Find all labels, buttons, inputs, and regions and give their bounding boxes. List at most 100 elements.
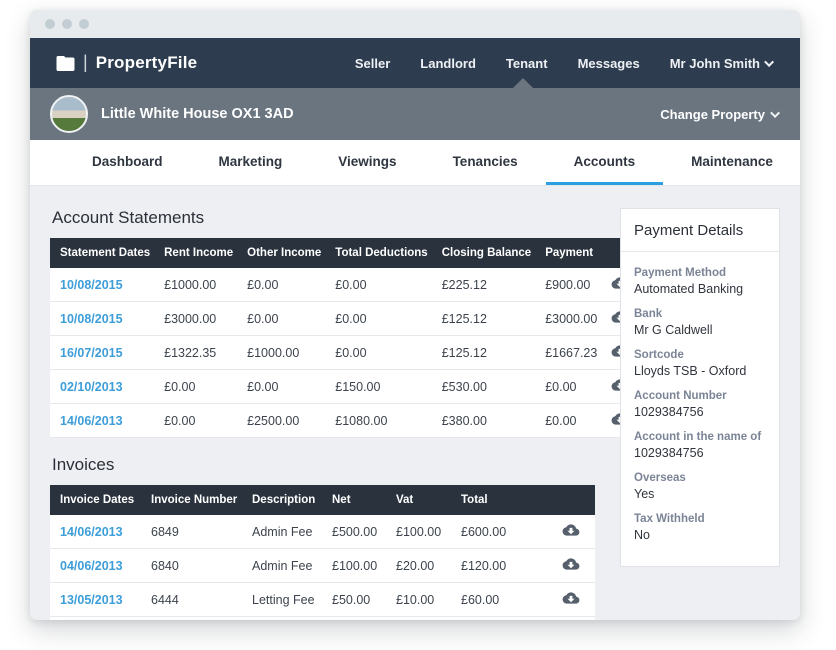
rent-income-value: £1322.35 xyxy=(156,336,239,370)
field-value: Automated Banking xyxy=(634,282,766,296)
field-label: Tax Withheld xyxy=(634,513,766,525)
table-row: 02/10/2013 £0.00 £0.00 £150.00 £530.00 £… xyxy=(50,370,641,404)
col-closing-balance: Closing Balance xyxy=(434,238,537,268)
statement-date-link[interactable]: 14/06/2013 xyxy=(60,414,123,428)
field-value: Mr G Caldwell xyxy=(634,323,766,337)
closing-balance-value: £225.12 xyxy=(434,268,537,302)
statement-date-link[interactable]: 10/08/2015 xyxy=(60,278,123,292)
statement-date-link[interactable]: 02/10/2013 xyxy=(60,380,123,394)
col-payment: Payment xyxy=(537,238,603,268)
rent-income-value: £1000.00 xyxy=(156,268,239,302)
field-label: Bank xyxy=(634,308,766,320)
property-avatar[interactable] xyxy=(50,95,88,133)
tab-marketing[interactable]: Marketing xyxy=(191,140,311,185)
payment-value: £3000.00 xyxy=(537,302,603,336)
nav-item-landlord[interactable]: Landlord xyxy=(420,56,476,71)
rent-income-value: £3000.00 xyxy=(156,302,239,336)
net-value: £500.00 xyxy=(324,515,388,549)
top-navbar: | PropertyFile Seller Landlord Tenant Me… xyxy=(30,38,800,88)
nav-item-tenant[interactable]: Tenant xyxy=(506,56,548,71)
invoice-date-link[interactable]: 04/06/2013 xyxy=(60,559,123,573)
statement-date-link[interactable]: 10/08/2015 xyxy=(60,312,123,326)
field-value: 1029384756 xyxy=(634,446,766,460)
table-row: 10/08/2015 £3000.00 £0.00 £0.00 £125.12 … xyxy=(50,302,641,336)
other-income-value: £0.00 xyxy=(239,268,327,302)
download-invoice-button[interactable] xyxy=(562,523,580,537)
tab-maintenance[interactable]: Maintenance xyxy=(663,140,800,185)
user-name: Mr John Smith xyxy=(670,56,760,71)
chevron-down-icon xyxy=(764,57,774,67)
download-invoice-button[interactable] xyxy=(562,591,580,605)
table-row: 14/06/2013 £0.00 £2500.00 £1080.00 £380.… xyxy=(50,404,641,438)
net-value: £100.00 xyxy=(324,617,388,621)
invoice-date-link[interactable]: 14/06/2013 xyxy=(60,525,123,539)
tab-dashboard[interactable]: Dashboard xyxy=(64,140,191,185)
description-value: Admin Fee xyxy=(244,549,324,583)
page-background: | PropertyFile Seller Landlord Tenant Me… xyxy=(0,0,836,650)
col-rent-income: Rent Income xyxy=(156,238,239,268)
window-control-dot[interactable] xyxy=(62,19,72,29)
total-value: £120.00 xyxy=(453,549,550,583)
invoice-number-value: 6849 xyxy=(143,515,244,549)
net-value: £100.00 xyxy=(324,549,388,583)
other-income-value: £2500.00 xyxy=(239,404,327,438)
col-total-deductions: Total Deductions xyxy=(327,238,433,268)
field-value: Yes xyxy=(634,487,766,501)
account-name-field: Account in the name of 1029384756 xyxy=(634,431,766,460)
invoice-number-value: 6443 xyxy=(143,617,244,621)
brand-logo[interactable]: | PropertyFile xyxy=(56,53,197,73)
closing-balance-value: £530.00 xyxy=(434,370,537,404)
top-nav-menu: Seller Landlord Tenant Messages Mr John … xyxy=(355,56,774,71)
rent-income-value: £0.00 xyxy=(156,370,239,404)
statement-date-link[interactable]: 16/07/2015 xyxy=(60,346,123,360)
col-vat: Vat xyxy=(388,485,453,515)
total-deductions-value: £0.00 xyxy=(327,302,433,336)
invoice-number-value: 6840 xyxy=(143,549,244,583)
vat-value: £20.00 xyxy=(388,617,453,621)
window-titlebar xyxy=(30,10,800,38)
main-column: Account Statements Statement Dates Rent … xyxy=(50,200,595,620)
tab-tenancies[interactable]: Tenancies xyxy=(425,140,546,185)
bank-field: Bank Mr G Caldwell xyxy=(634,308,766,337)
tab-accounts[interactable]: Accounts xyxy=(546,140,664,185)
nav-item-messages[interactable]: Messages xyxy=(578,56,640,71)
description-value: Letting Fee xyxy=(244,583,324,617)
overseas-field: Overseas Yes xyxy=(634,472,766,501)
field-label: Overseas xyxy=(634,472,766,484)
table-row: 14/06/2013 6849 Admin Fee £500.00 £100.0… xyxy=(50,515,595,549)
window-control-dot[interactable] xyxy=(79,19,89,29)
tax-withheld-field: Tax Withheld No xyxy=(634,513,766,542)
tab-viewings[interactable]: Viewings xyxy=(310,140,424,185)
field-label: Account Number xyxy=(634,390,766,402)
account-number-field: Account Number 1029384756 xyxy=(634,390,766,419)
field-value: 1029384756 xyxy=(634,405,766,419)
invoice-number-value: 6444 xyxy=(143,583,244,617)
invoices-header-row: Invoice Dates Invoice Number Description… xyxy=(50,485,595,515)
col-download xyxy=(550,485,595,515)
window-control-dot[interactable] xyxy=(45,19,55,29)
statements-header-row: Statement Dates Rent Income Other Income… xyxy=(50,238,641,268)
payment-details-body: Payment Method Automated Banking Bank Mr… xyxy=(621,252,779,566)
download-invoice-button[interactable] xyxy=(562,557,580,571)
total-deductions-value: £0.00 xyxy=(327,336,433,370)
col-statement-dates: Statement Dates xyxy=(50,238,156,268)
other-income-value: £0.00 xyxy=(239,302,327,336)
user-menu[interactable]: Mr John Smith xyxy=(670,56,774,71)
statements-title: Account Statements xyxy=(52,208,595,228)
nav-item-seller[interactable]: Seller xyxy=(355,56,390,71)
brand-divider: | xyxy=(83,52,88,73)
other-income-value: £0.00 xyxy=(239,370,327,404)
other-income-value: £1000.00 xyxy=(239,336,327,370)
change-property-button[interactable]: Change Property xyxy=(660,107,780,122)
cloud-download-icon xyxy=(562,523,580,537)
section-tabs: Dashboard Marketing Viewings Tenancies A… xyxy=(30,140,800,186)
closing-balance-value: £125.12 xyxy=(434,302,537,336)
total-deductions-value: £1080.00 xyxy=(327,404,433,438)
col-invoice-number: Invoice Number xyxy=(143,485,244,515)
property-bar: Little White House OX1 3AD Change Proper… xyxy=(30,88,800,140)
total-value: £120.00 xyxy=(453,617,550,621)
field-label: Payment Method xyxy=(634,267,766,279)
table-row: 13/05/2013 6444 Letting Fee £50.00 £10.0… xyxy=(50,583,595,617)
invoice-date-link[interactable]: 13/05/2013 xyxy=(60,593,123,607)
vat-value: £20.00 xyxy=(388,549,453,583)
